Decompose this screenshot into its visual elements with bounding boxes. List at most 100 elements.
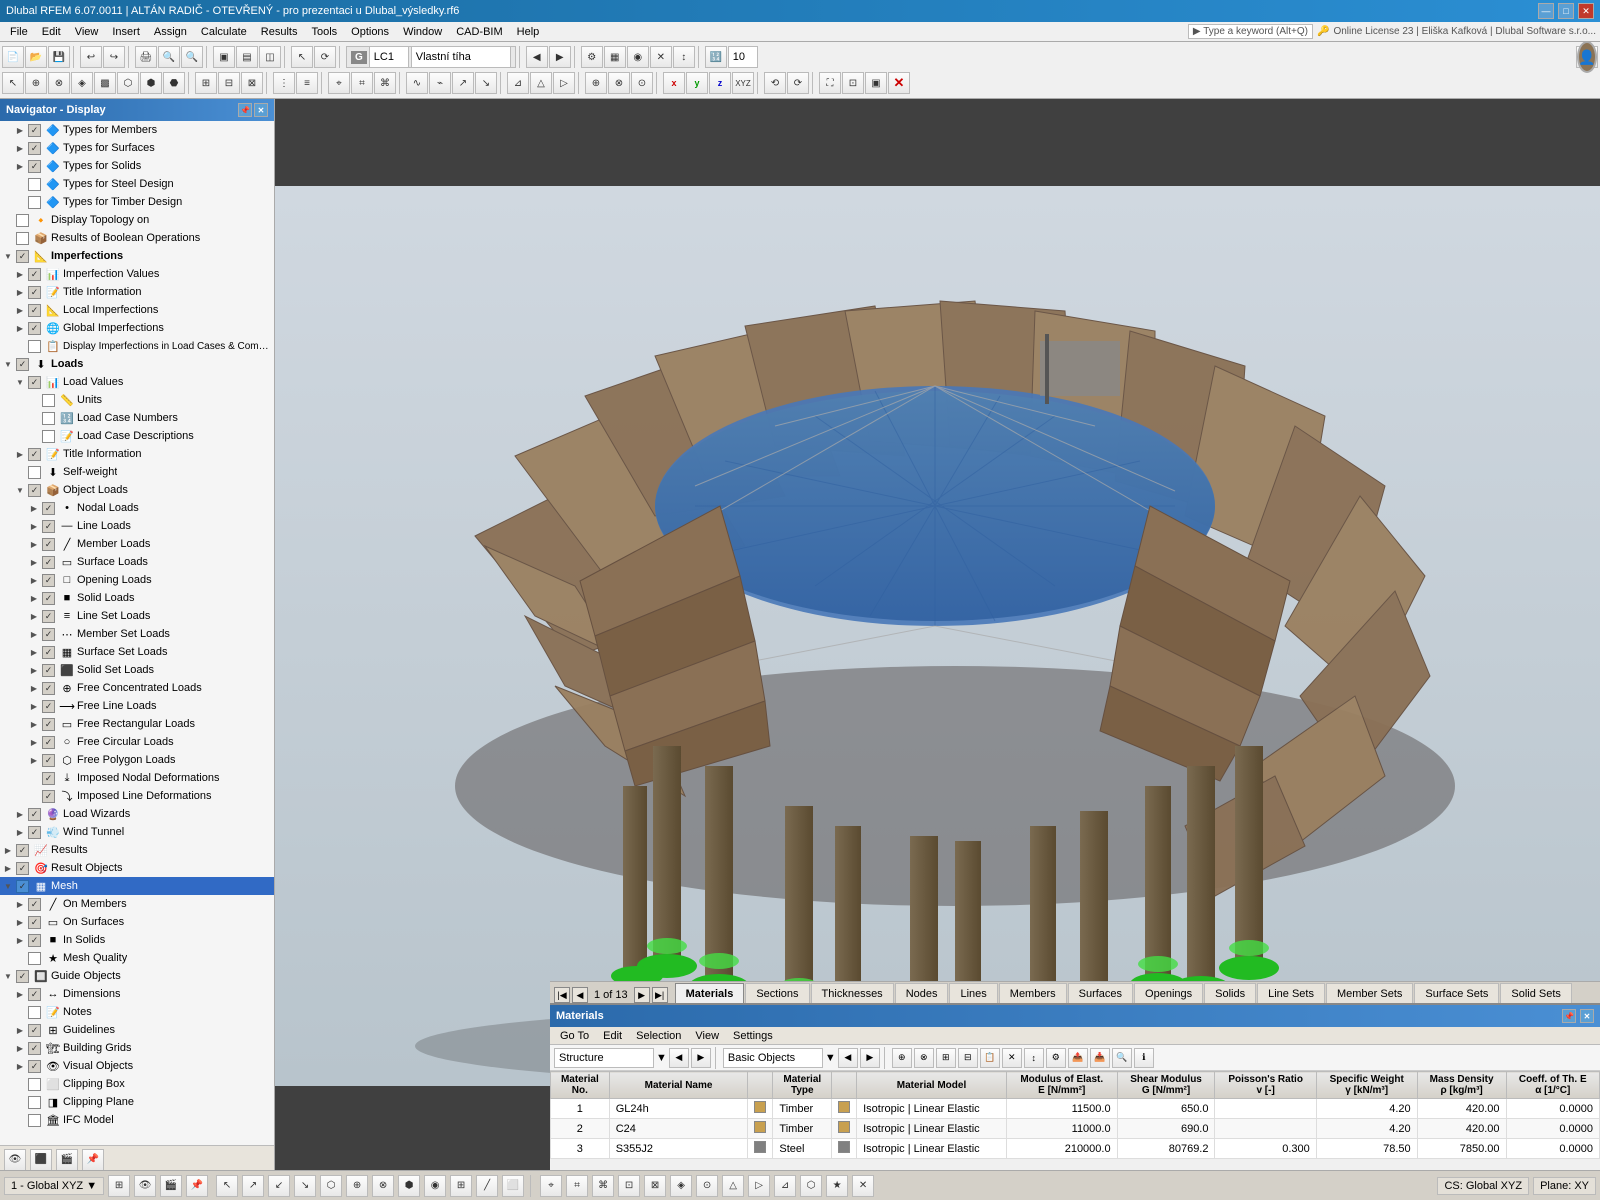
mat-menu-goto[interactable]: Go To <box>554 1029 595 1043</box>
mat-tool6[interactable]: ✕ <box>1002 1048 1022 1068</box>
status-tool7[interactable]: ⊗ <box>372 1175 394 1197</box>
status-tool25[interactable]: ✕ <box>852 1175 874 1197</box>
tb2-cancel[interactable]: ✕ <box>888 72 910 94</box>
tb2-zoom-ext[interactable]: ⛶ <box>819 72 841 94</box>
status-tool2[interactable]: ↗ <box>242 1175 264 1197</box>
status-tool19[interactable]: ⊙ <box>696 1175 718 1197</box>
tb-zoom-out[interactable]: 🔍 <box>181 46 203 68</box>
mat-tool8[interactable]: ⚙ <box>1046 1048 1066 1068</box>
status-tool17[interactable]: ⊠ <box>644 1175 666 1197</box>
tb-new[interactable]: 📄 <box>2 46 24 68</box>
tb2-2[interactable]: ⊕ <box>25 72 47 94</box>
materials-close-btn[interactable]: ✕ <box>1580 1009 1594 1023</box>
cb-dimensions[interactable] <box>28 988 41 1001</box>
tree-item-surface-set-loads[interactable]: ▶ ▦ Surface Set Loads <box>0 643 274 661</box>
tb2-rot1[interactable]: ⟲ <box>764 72 786 94</box>
tree-item-on-surfaces[interactable]: ▶ ▭ On Surfaces <box>0 913 274 931</box>
tb-select[interactable]: ↖ <box>291 46 313 68</box>
tb2-24[interactable]: ⊕ <box>585 72 607 94</box>
tree-item-free-line-loads[interactable]: ▶ ⟶ Free Line Loads <box>0 697 274 715</box>
cb-types-steel[interactable] <box>28 178 41 191</box>
status-tool21[interactable]: ▷ <box>748 1175 770 1197</box>
status-tool8[interactable]: ⬢ <box>398 1175 420 1197</box>
cb-building-grids[interactable] <box>28 1042 41 1055</box>
tb2-13[interactable]: ≡ <box>296 72 318 94</box>
cb-types-timber[interactable] <box>28 196 41 209</box>
status-tool14[interactable]: ⌗ <box>566 1175 588 1197</box>
mat-filter-dropdown[interactable]: Structure <box>554 1048 654 1068</box>
tb2-8[interactable]: ⬣ <box>163 72 185 94</box>
tb-extra2[interactable]: ▦ <box>604 46 626 68</box>
tree-item-guide-objects[interactable]: ▼ 🔲 Guide Objects <box>0 967 274 985</box>
status-btn1[interactable]: ⊞ <box>108 1175 130 1197</box>
tb-view2[interactable]: ▤ <box>236 46 258 68</box>
mat-tool9[interactable]: 📤 <box>1068 1048 1088 1068</box>
cb-units[interactable] <box>42 394 55 407</box>
tree-item-free-circular[interactable]: ▶ ○ Free Circular Loads <box>0 733 274 751</box>
cb-title-info-load[interactable] <box>28 448 41 461</box>
tb2-20[interactable]: ↘ <box>475 72 497 94</box>
tree-item-on-members[interactable]: ▶ ╱ On Members <box>0 895 274 913</box>
cb-on-members[interactable] <box>28 898 41 911</box>
cb-notes[interactable] <box>28 1006 41 1019</box>
close-button[interactable]: ✕ <box>1578 3 1594 19</box>
tab-line-sets[interactable]: Line Sets <box>1257 983 1325 1003</box>
tree-item-clipping-plane[interactable]: ◨ Clipping Plane <box>0 1093 274 1111</box>
status-tool11[interactable]: ╱ <box>476 1175 498 1197</box>
table-row[interactable]: 2 C24 Timber Isotropic | Linear Elastic … <box>551 1119 1600 1139</box>
first-page-btn[interactable]: |◀ <box>554 987 570 1003</box>
nav-bottom-btn4[interactable]: 📌 <box>82 1149 104 1171</box>
tb2-16[interactable]: ⌘ <box>374 72 396 94</box>
tree-item-nodal-loads[interactable]: ▶ • Nodal Loads <box>0 499 274 517</box>
nav-bottom-btn2[interactable]: ⬛ <box>30 1149 52 1171</box>
tb-extra5[interactable]: ↕ <box>673 46 695 68</box>
tb2-rot2[interactable]: ⟳ <box>787 72 809 94</box>
tree-item-loads[interactable]: ▼ ⬇ Loads <box>0 355 274 373</box>
tree-item-imposed-line[interactable]: ⤵ Imposed Line Deformations <box>0 787 274 805</box>
tb2-9[interactable]: ⊞ <box>195 72 217 94</box>
mat-tool10[interactable]: 📥 <box>1090 1048 1110 1068</box>
tree-item-building-grids[interactable]: ▶ 🏗 Building Grids <box>0 1039 274 1057</box>
cb-result-objects[interactable] <box>16 862 29 875</box>
status-btn4[interactable]: 📌 <box>186 1175 208 1197</box>
cb-solid-loads[interactable] <box>42 592 55 605</box>
tree-item-imperfection-values[interactable]: ▶ 📊 Imperfection Values <box>0 265 274 283</box>
cb-free-polygon[interactable] <box>42 754 55 767</box>
tab-solids[interactable]: Solids <box>1204 983 1256 1003</box>
mat-nav-prev[interactable]: ◀ <box>669 1048 689 1068</box>
menu-help[interactable]: Help <box>511 24 546 40</box>
status-tool24[interactable]: ★ <box>826 1175 848 1197</box>
tree-item-mesh[interactable]: ▼ ▦ Mesh <box>0 877 274 895</box>
tree-item-visual-objects[interactable]: ▶ 👁 Visual Objects <box>0 1057 274 1075</box>
zoom-level[interactable]: 10 <box>728 46 758 68</box>
tb-open[interactable]: 📂 <box>25 46 47 68</box>
cb-imposed-nodal[interactable] <box>42 772 55 785</box>
cb-types-solids[interactable] <box>28 160 41 173</box>
tree-item-display-topology[interactable]: 🔸 Display Topology on <box>0 211 274 229</box>
cb-clipping-box[interactable] <box>28 1078 41 1091</box>
cb-solid-set-loads[interactable] <box>42 664 55 677</box>
tree-item-types-members[interactable]: ▶ 🔷 Types for Members <box>0 121 274 139</box>
cb-surface-loads[interactable] <box>42 556 55 569</box>
cb-results[interactable] <box>16 844 29 857</box>
materials-pin-btn[interactable]: 📌 <box>1562 1009 1576 1023</box>
tb2-19[interactable]: ↗ <box>452 72 474 94</box>
tree-item-lc-desc[interactable]: 📝 Load Case Descriptions <box>0 427 274 445</box>
mat-nav-next[interactable]: ▶ <box>691 1048 711 1068</box>
tree-item-local-imperfections[interactable]: ▶ 📐 Local Imperfections <box>0 301 274 319</box>
nav-bottom-btn3[interactable]: 🎬 <box>56 1149 78 1171</box>
tree-item-line-set-loads[interactable]: ▶ ≡ Line Set Loads <box>0 607 274 625</box>
tb2-17[interactable]: ∿ <box>406 72 428 94</box>
tab-materials[interactable]: Materials <box>675 983 745 1003</box>
status-tool15[interactable]: ⌘ <box>592 1175 614 1197</box>
tb2-12[interactable]: ⋮ <box>273 72 295 94</box>
mat-obj-next[interactable]: ▶ <box>860 1048 880 1068</box>
tab-solid-sets[interactable]: Solid Sets <box>1500 983 1572 1003</box>
cb-in-solids[interactable] <box>28 934 41 947</box>
tree-item-results[interactable]: ▶ 📈 Results <box>0 841 274 859</box>
tree-item-mesh-quality[interactable]: ★ Mesh Quality <box>0 949 274 967</box>
tb2-14[interactable]: ⌖ <box>328 72 350 94</box>
tree-item-types-surfaces[interactable]: ▶ 🔷 Types for Surfaces <box>0 139 274 157</box>
mat-tool2[interactable]: ⊗ <box>914 1048 934 1068</box>
last-page-btn[interactable]: ▶| <box>652 987 668 1003</box>
